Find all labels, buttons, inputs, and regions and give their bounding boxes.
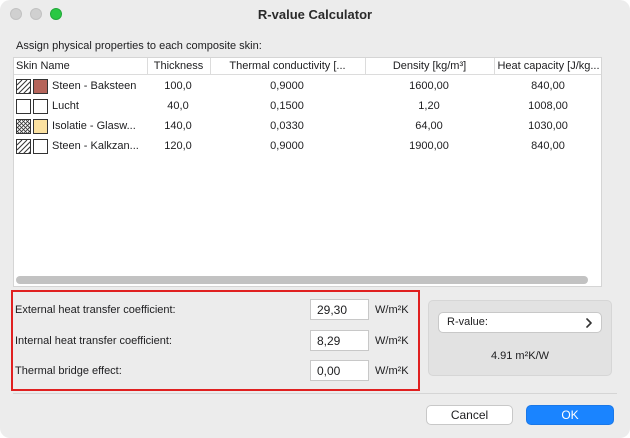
diagonal-hatch-pattern-icon: [16, 79, 31, 94]
table-row[interactable]: Isolatie - Glasw... 140,0 0,0330 64,00 1…: [14, 116, 601, 136]
title-bar: R-value Calculator: [0, 0, 630, 28]
heat-capacity-cell[interactable]: 1030,00: [494, 116, 602, 136]
table-row[interactable]: Lucht 40,0 0,1500 1,20 1008,00: [14, 96, 601, 116]
column-header-skin-name[interactable]: Skin Name: [16, 58, 146, 75]
table-row[interactable]: Steen - Baksteen 100,0 0,9000 1600,00 84…: [14, 76, 601, 96]
footer-divider: [13, 393, 617, 394]
window-title: R-value Calculator: [257, 6, 373, 22]
thickness-cell[interactable]: 140,0: [147, 116, 209, 136]
density-cell[interactable]: 1900,00: [365, 136, 493, 156]
density-cell[interactable]: 64,00: [365, 116, 493, 136]
close-window-button[interactable]: [10, 8, 22, 20]
column-header-thickness[interactable]: Thickness: [147, 58, 209, 75]
r-value-panel: R-value: 4.91 m²K/W: [428, 300, 612, 376]
internal-coefficient-input[interactable]: [310, 330, 369, 351]
dialog-window: R-value Calculator Assign physical prope…: [0, 0, 630, 438]
skin-name: Steen - Baksteen: [52, 80, 137, 92]
thickness-cell[interactable]: 40,0: [147, 96, 209, 116]
minimize-window-button[interactable]: [30, 8, 42, 20]
horizontal-scrollbar[interactable]: [16, 276, 588, 284]
column-header-thermal-conductivity[interactable]: Thermal conductivity [...: [210, 58, 364, 75]
diagonal-hatch-pattern-icon: [16, 139, 31, 154]
column-header-heat-capacity[interactable]: Heat capacity [J/kg...: [494, 58, 602, 75]
skins-table[interactable]: Skin Name Thickness Thermal conductivity…: [13, 57, 602, 287]
density-cell[interactable]: 1,20: [365, 96, 493, 116]
fill-color-swatch[interactable]: [33, 99, 48, 114]
column-header-density[interactable]: Density [kg/m³]: [365, 58, 493, 75]
cancel-button[interactable]: Cancel: [426, 405, 513, 425]
skin-name: Steen - Kalkzan...: [52, 140, 139, 152]
fill-color-swatch[interactable]: [33, 119, 48, 134]
heat-transfer-parameters: External heat transfer coefficient: W/m²…: [11, 290, 420, 391]
skin-name: Lucht: [52, 100, 79, 112]
thickness-cell[interactable]: 120,0: [147, 136, 209, 156]
r-value-button-label: R-value:: [447, 316, 488, 328]
window-controls: [10, 8, 62, 20]
heat-capacity-cell[interactable]: 1008,00: [494, 96, 602, 116]
conductivity-cell[interactable]: 0,1500: [210, 96, 364, 116]
ok-button[interactable]: OK: [526, 405, 614, 425]
chevron-right-icon: [586, 317, 592, 328]
r-value-result: 4.91 m²K/W: [490, 350, 550, 362]
internal-coefficient-unit: W/m²K: [375, 335, 409, 347]
density-cell[interactable]: 1600,00: [365, 76, 493, 96]
external-coefficient-label: External heat transfer coefficient:: [15, 304, 176, 316]
r-value-button[interactable]: R-value:: [438, 312, 602, 333]
thickness-cell[interactable]: 100,0: [147, 76, 209, 96]
fill-color-swatch[interactable]: [33, 139, 48, 154]
table-header: Skin Name Thickness Thermal conductivity…: [14, 58, 601, 75]
instruction-text: Assign physical properties to each compo…: [16, 40, 262, 52]
heat-capacity-cell[interactable]: 840,00: [494, 76, 602, 96]
conductivity-cell[interactable]: 0,9000: [210, 76, 364, 96]
skin-name: Isolatie - Glasw...: [52, 120, 136, 132]
conductivity-cell[interactable]: 0,9000: [210, 136, 364, 156]
heat-capacity-cell[interactable]: 840,00: [494, 136, 602, 156]
conductivity-cell[interactable]: 0,0330: [210, 116, 364, 136]
zoom-window-button[interactable]: [50, 8, 62, 20]
table-row[interactable]: Steen - Kalkzan... 120,0 0,9000 1900,00 …: [14, 136, 601, 156]
fill-color-swatch[interactable]: [33, 79, 48, 94]
external-coefficient-unit: W/m²K: [375, 304, 409, 316]
thermal-bridge-unit: W/m²K: [375, 365, 409, 377]
empty-pattern-icon: [16, 99, 31, 114]
thermal-bridge-input[interactable]: [310, 360, 369, 381]
crosshatch-pattern-icon: [16, 119, 31, 134]
thermal-bridge-label: Thermal bridge effect:: [15, 365, 122, 377]
internal-coefficient-label: Internal heat transfer coefficient:: [15, 335, 172, 347]
external-coefficient-input[interactable]: [310, 299, 369, 320]
